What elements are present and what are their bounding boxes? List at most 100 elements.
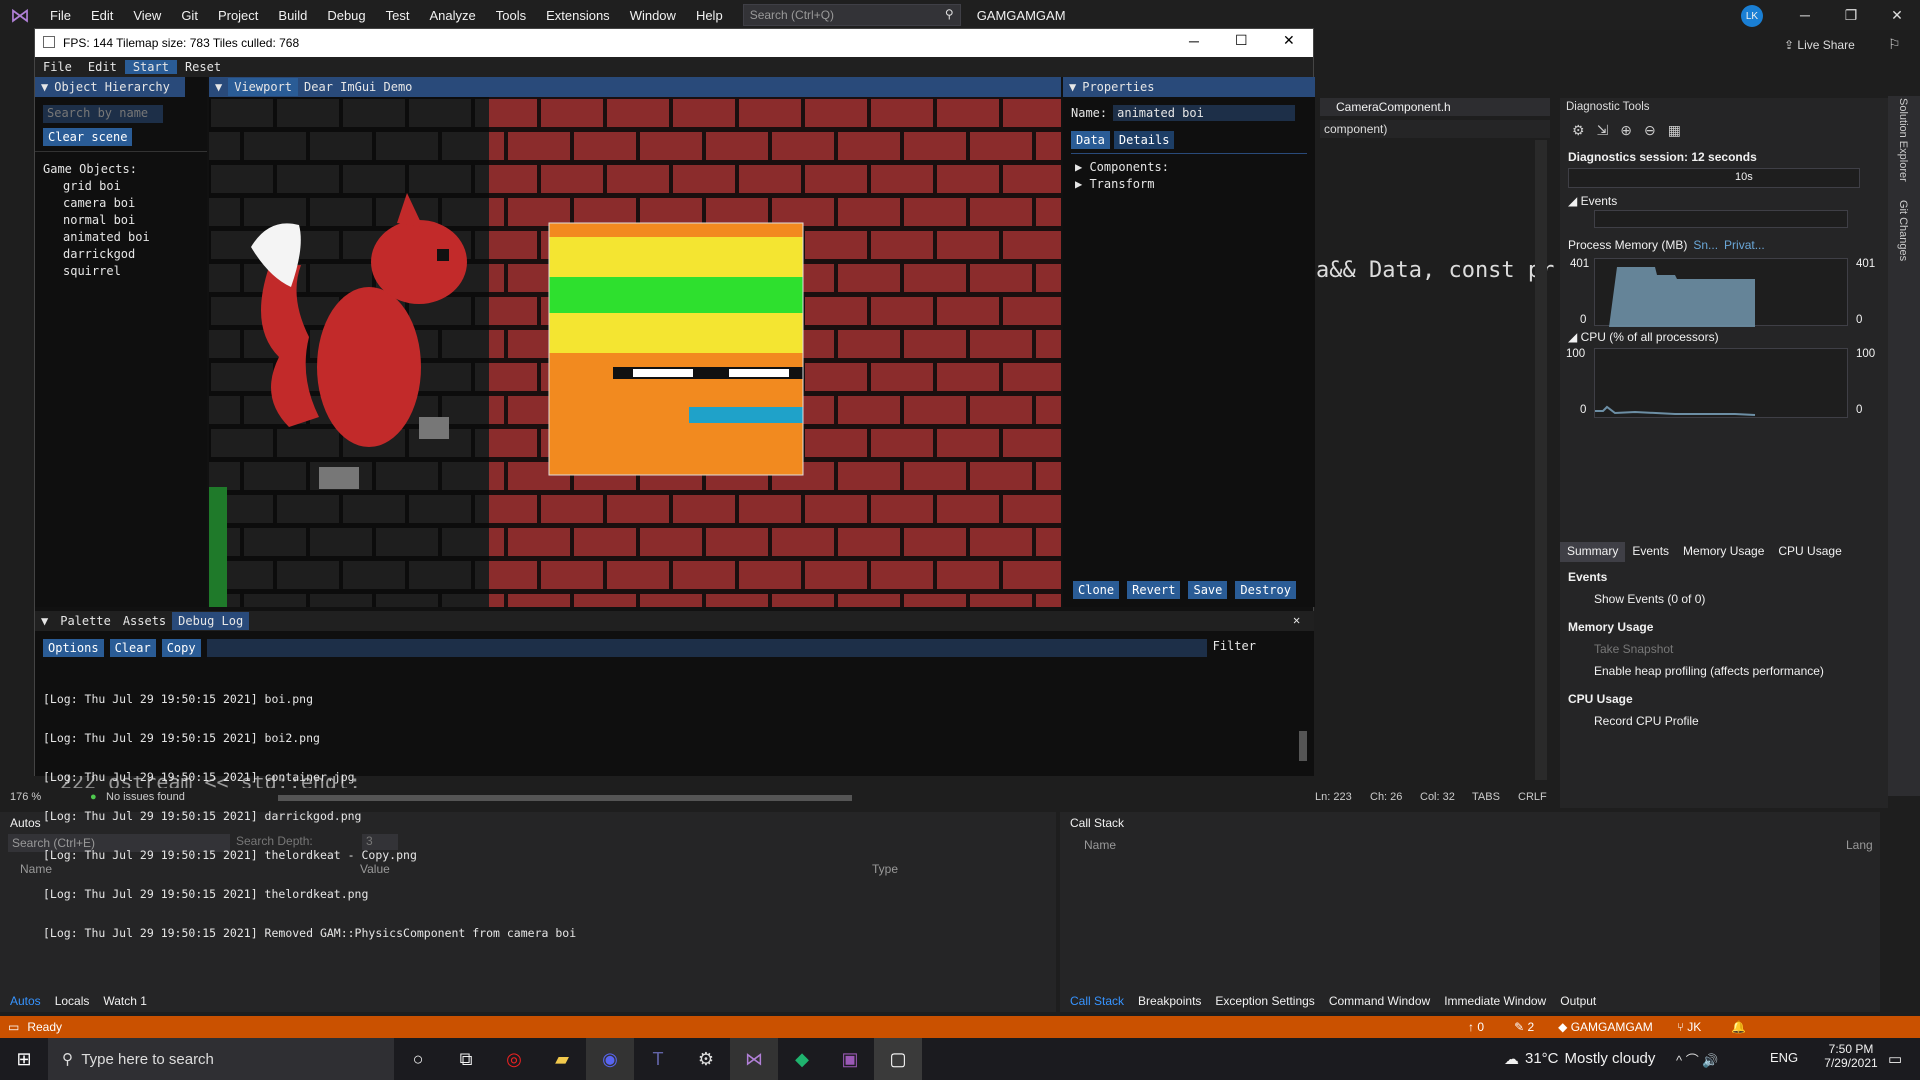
game-window-icon[interactable]: ▢ <box>874 1038 922 1080</box>
file-explorer-icon[interactable]: ▰ <box>538 1038 586 1080</box>
windows-start-icon[interactable]: ⊞ <box>0 1038 48 1080</box>
filter-input[interactable] <box>206 639 1207 657</box>
live-share-button[interactable]: ⇪ Live Share <box>1784 38 1855 52</box>
collapse-arrow-icon[interactable]: ▼ <box>35 80 54 94</box>
visual-studio-icon[interactable]: ⋈ <box>730 1038 778 1080</box>
menu-project[interactable]: Project <box>208 8 268 23</box>
tab-debug-log[interactable]: Debug Log <box>172 612 250 630</box>
vs-search-input[interactable]: Search (Ctrl+Q) ⚲ <box>742 4 961 26</box>
task-view-icon[interactable]: ⧉ <box>442 1038 490 1080</box>
tab-output[interactable]: Output <box>1560 994 1596 1008</box>
list-item[interactable]: normal boi <box>43 212 150 229</box>
tab-breakpoints[interactable]: Breakpoints <box>1138 994 1201 1008</box>
input-language[interactable]: ENG <box>1770 1050 1798 1065</box>
tab-call-stack[interactable]: Call Stack <box>1070 994 1124 1008</box>
menu-test[interactable]: Test <box>376 8 420 23</box>
discord-icon[interactable]: ◉ <box>586 1038 634 1080</box>
clear-scene-button[interactable]: Clear scene <box>43 128 133 146</box>
menu-extensions[interactable]: Extensions <box>536 8 620 23</box>
list-item[interactable]: grid boi <box>43 178 150 195</box>
clear-button[interactable]: Clear <box>109 639 156 657</box>
callstack-col-lang[interactable]: Lang <box>1846 838 1873 852</box>
menu-file[interactable]: File <box>40 8 81 23</box>
take-snapshot-button[interactable]: Take Snapshot <box>1560 638 1888 660</box>
menu-help[interactable]: Help <box>686 8 733 23</box>
clone-button[interactable]: Clone <box>1073 581 1120 599</box>
line-ending-indicator[interactable]: CRLF <box>1518 791 1547 803</box>
collapse-arrow-icon[interactable]: ▼ <box>1063 80 1082 94</box>
export-icon[interactable]: ⇲ <box>1597 122 1609 139</box>
menu-tools[interactable]: Tools <box>486 8 536 23</box>
list-item[interactable]: camera boi <box>43 195 150 212</box>
properties-header[interactable]: ▼ Properties <box>1063 77 1315 97</box>
collapse-arrow-icon[interactable]: ▼ <box>35 614 54 628</box>
copy-button[interactable]: Copy <box>161 639 201 657</box>
tab-data[interactable]: Data <box>1071 131 1110 149</box>
tab-events[interactable]: Events <box>1625 542 1676 562</box>
tab-immediate-window[interactable]: Immediate Window <box>1444 994 1546 1008</box>
record-cpu-button[interactable]: Record CPU Profile <box>1560 710 1888 732</box>
zoom-level[interactable]: 176 % <box>10 791 41 803</box>
tab-imgui-demo[interactable]: Dear ImGui Demo <box>298 78 418 96</box>
action-center-icon[interactable]: ▭ <box>1888 1050 1902 1068</box>
timeline-ruler[interactable]: 10s <box>1568 168 1860 188</box>
destroy-button[interactable]: Destroy <box>1235 581 1296 599</box>
log-scrollbar[interactable] <box>1299 731 1307 761</box>
steam-icon[interactable]: ⚙ <box>682 1038 730 1080</box>
terminal-icon[interactable]: ▣ <box>826 1038 874 1080</box>
autos-col-type[interactable]: Type <box>872 862 898 876</box>
changes-count[interactable]: ✎ 2 <box>1514 1020 1534 1034</box>
tray-icons[interactable]: ^ ⌒ 🔊 <box>1676 1050 1719 1069</box>
git-changes-tab[interactable]: Git Changes <box>1897 200 1909 261</box>
tab-command-window[interactable]: Command Window <box>1329 994 1430 1008</box>
tab-cpu-usage[interactable]: CPU Usage <box>1771 542 1848 562</box>
editor-tab[interactable]: CameraComponent.h <box>1320 98 1550 116</box>
tab-watch-1[interactable]: Watch 1 <box>103 994 147 1008</box>
minimize-icon[interactable]: ─ <box>1782 0 1828 30</box>
list-item[interactable]: squirrel <box>43 263 150 280</box>
object-hierarchy-header[interactable]: ▼ Object Hierarchy <box>35 77 185 97</box>
menu-build[interactable]: Build <box>268 8 317 23</box>
editor-scrollbar[interactable] <box>1535 140 1547 780</box>
code-editor[interactable] <box>1320 96 1560 786</box>
push-count[interactable]: ↑ 0 <box>1468 1020 1484 1034</box>
list-item[interactable]: darrickgod <box>43 246 150 263</box>
show-events-link[interactable]: Show Events (0 of 0) <box>1560 588 1888 610</box>
menu-view[interactable]: View <box>123 8 171 23</box>
repo-name[interactable]: ◆ GAMGAMGAM <box>1558 1020 1653 1034</box>
list-item[interactable]: animated boi <box>43 229 150 246</box>
imgui-menu-file[interactable]: File <box>35 60 80 74</box>
tab-summary[interactable]: Summary <box>1560 542 1626 562</box>
teams-icon[interactable]: T <box>634 1038 682 1080</box>
notifications-icon[interactable]: 🔔 <box>1731 1020 1746 1034</box>
reset-view-icon[interactable]: ▦ <box>1668 122 1681 139</box>
zoom-in-icon[interactable]: ⊕ <box>1620 122 1632 139</box>
feedback-icon[interactable]: ⚐ <box>1888 36 1901 53</box>
menu-window[interactable]: Window <box>620 8 686 23</box>
heap-profiling-button[interactable]: Enable heap profiling (affects performan… <box>1560 660 1888 682</box>
imgui-menu-edit[interactable]: Edit <box>80 60 125 74</box>
restore-icon[interactable]: ❐ <box>1828 0 1874 30</box>
editor-member-dropdown[interactable]: component) <box>1320 120 1550 138</box>
close-icon[interactable]: ✕ <box>1293 613 1300 627</box>
zoom-out-icon[interactable]: ⊖ <box>1644 122 1656 139</box>
menu-analyze[interactable]: Analyze <box>419 8 485 23</box>
visual-studio-logo-icon[interactable]: ⋈ <box>0 0 40 30</box>
menu-git[interactable]: Git <box>171 8 208 23</box>
minimize-icon[interactable]: ─ <box>1189 33 1199 49</box>
tab-assets[interactable]: Assets <box>117 612 172 630</box>
menu-edit[interactable]: Edit <box>81 8 123 23</box>
tree-components[interactable]: ▶ Components: <box>1075 159 1169 176</box>
gitkraken-icon[interactable]: ◆ <box>778 1038 826 1080</box>
tab-autos[interactable]: Autos <box>10 994 41 1008</box>
opera-icon[interactable]: ◎ <box>490 1038 538 1080</box>
close-icon[interactable]: ✕ <box>1283 32 1295 49</box>
tab-locals[interactable]: Locals <box>55 994 90 1008</box>
revert-button[interactable]: Revert <box>1127 581 1181 599</box>
tab-viewport[interactable]: Viewport <box>228 78 299 96</box>
solution-explorer-tab[interactable]: Solution Explorer <box>1897 98 1909 182</box>
imgui-menu-start[interactable]: Start <box>124 60 177 74</box>
tabs-indicator[interactable]: TABS <box>1472 791 1500 803</box>
settings-icon[interactable]: ⚙ <box>1572 122 1585 139</box>
tab-memory-usage[interactable]: Memory Usage <box>1676 542 1771 562</box>
